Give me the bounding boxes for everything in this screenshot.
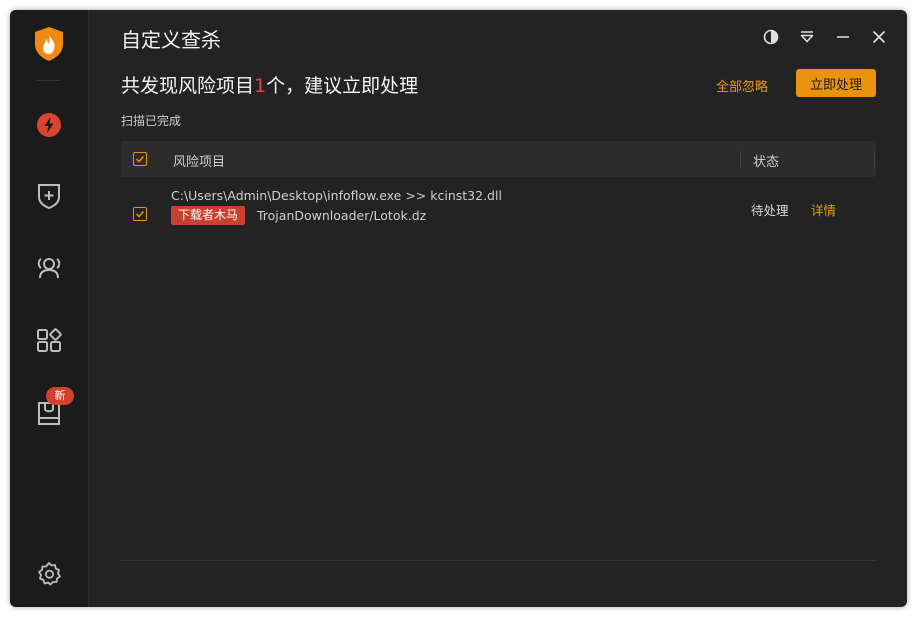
app-window: 新 自定义查杀 共发现风险项目1个，建议立即处理 扫描已完成 全部忽略 立即处理… [10,10,907,607]
close-icon [872,30,886,44]
sidebar-item-protection[interactable] [30,177,68,215]
headline-suffix: 个，建议立即处理 [266,75,419,97]
check-icon [135,210,145,218]
apps-grid-icon [37,328,62,352]
sidebar-item-quick-scan[interactable] [30,106,68,144]
minimize-icon [837,36,849,38]
theme-toggle-button[interactable] [753,24,789,50]
menu-dropdown-icon [800,31,814,43]
details-link[interactable]: 详情 [811,200,836,219]
select-all-checkbox[interactable] [133,152,147,166]
footer-divider [121,560,876,561]
sidebar-item-apps[interactable] [30,321,68,359]
virus-name: TrojanDownloader/Lotok.dz [257,208,427,223]
settings-button[interactable] [30,555,68,593]
users-icon [37,258,61,279]
lightning-icon [37,113,61,137]
scan-status: 扫描已完成 [121,114,182,128]
handle-now-button[interactable]: 立即处理 [796,69,876,97]
column-header-status: 状态 [753,155,780,170]
column-divider [740,151,741,167]
sidebar: 新 [10,10,89,607]
contrast-icon [763,29,779,45]
table-header: 风险项目 状态 [121,141,876,177]
window-controls [753,24,897,50]
window-title: 自定义查杀 [121,28,221,52]
headline-prefix: 共发现风险项目 [121,75,255,97]
main-panel: 自定义查杀 共发现风险项目1个，建议立即处理 扫描已完成 全部忽略 立即处理 风… [90,10,907,607]
column-divider [874,151,875,167]
close-button[interactable] [861,24,897,50]
gear-icon [38,562,61,586]
table-row: C:\Users\Admin\Desktop\infoflow.exe >> k… [121,185,876,239]
sidebar-item-users[interactable] [30,249,68,287]
risk-count: 1 [254,75,267,97]
new-badge: 新 [46,387,74,405]
shield-plus-icon [38,184,60,210]
risk-file-path: C:\Users\Admin\Desktop\infoflow.exe >> k… [171,188,502,203]
logo-divider [37,80,61,81]
result-headline: 共发现风险项目1个，建议立即处理 [121,71,418,98]
ignore-all-link[interactable]: 全部忽略 [716,76,768,95]
row-status: 待处理 [751,203,789,218]
row-checkbox[interactable] [133,207,147,221]
threat-type-tag: 下载者木马 [171,206,246,225]
menu-button[interactable] [789,24,825,50]
check-icon [135,155,145,163]
flame-shield-logo [33,26,65,62]
column-header-risk: 风险项目 [173,155,226,170]
minimize-button[interactable] [825,24,861,50]
